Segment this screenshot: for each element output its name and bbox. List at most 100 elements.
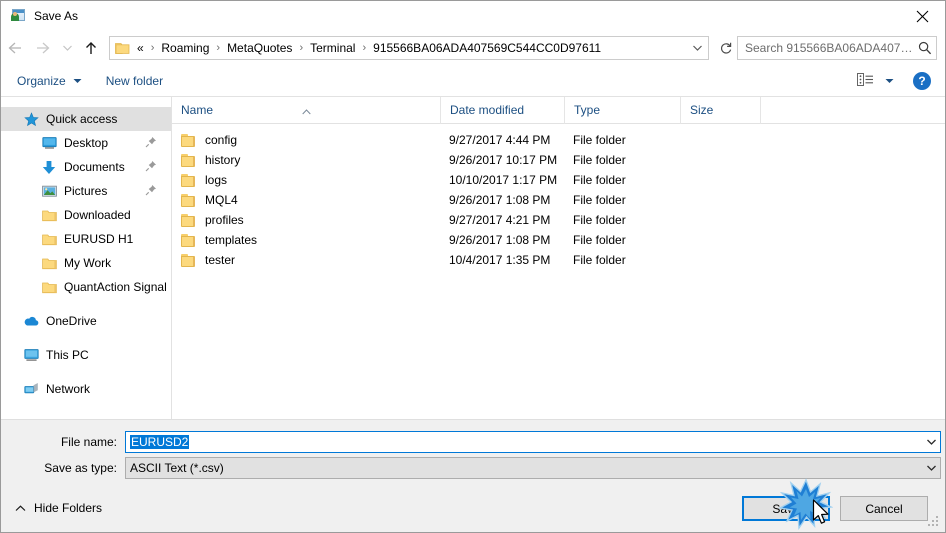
new-folder-button[interactable]: New folder [98, 69, 171, 93]
chevron-down-icon [62, 45, 72, 51]
computer-icon [23, 347, 39, 363]
save-button[interactable]: Save [742, 496, 830, 521]
file-name-cell: MQL4 [172, 193, 440, 207]
breadcrumb-prefix[interactable]: « [136, 41, 145, 55]
up-button[interactable] [77, 35, 105, 61]
sidebar-item-label: My Work [64, 256, 112, 270]
navigation-pane: Quick access Desktop Documents Pictures … [1, 97, 171, 419]
resize-grip[interactable] [927, 515, 940, 528]
chevron-up-icon [15, 501, 26, 515]
file-name-input[interactable]: EURUSD2 [125, 431, 941, 453]
table-row[interactable]: history 9/26/2017 10:17 PM File folder [172, 150, 945, 170]
sidebar-item-eurusd-h1[interactable]: EURUSD H1 [1, 227, 171, 251]
sidebar-item-label: This PC [46, 348, 89, 362]
table-row[interactable]: tester 10/4/2017 1:35 PM File folder [172, 250, 945, 270]
table-row[interactable]: MQL4 9/26/2017 1:08 PM File folder [172, 190, 945, 210]
chevron-down-icon [73, 78, 82, 83]
cancel-button-label: Cancel [865, 501, 903, 516]
search-box[interactable]: Search 915566BA06ADA40756... [737, 36, 937, 60]
file-name-label: MQL4 [205, 193, 238, 207]
sidebar-item-downloaded[interactable]: Downloaded [1, 203, 171, 227]
sidebar-item-pictures[interactable]: Pictures [1, 179, 171, 203]
file-type-cell: File folder [573, 133, 626, 147]
file-name-label: templates [205, 233, 258, 247]
folder-icon [115, 41, 131, 55]
file-name-value[interactable]: EURUSD2 [126, 435, 923, 449]
breadcrumb-item-terminal[interactable]: Terminal [309, 41, 356, 55]
file-name-dropdown-button[interactable] [923, 432, 940, 452]
refresh-button[interactable] [715, 37, 737, 59]
search-input[interactable]: Search 915566BA06ADA40756... [745, 41, 918, 55]
download-arrow-icon [41, 159, 57, 175]
sidebar-item-quick-access[interactable]: Quick access [1, 107, 171, 131]
folder-icon [181, 153, 197, 167]
sidebar-item-network[interactable]: Network [1, 377, 171, 401]
command-toolbar: Organize New folder ? [1, 65, 945, 97]
hide-folders-button[interactable]: Hide Folders [15, 501, 102, 515]
sidebar-item-quantaction-signal[interactable]: QuantAction Signal [1, 275, 171, 299]
sidebar-item-label: Downloaded [64, 208, 131, 222]
pin-icon [145, 160, 157, 172]
navigation-bar: « › Roaming › MetaQuotes › Terminal › 91… [1, 31, 945, 65]
forward-button[interactable] [29, 35, 57, 61]
view-layout-button[interactable] [857, 72, 879, 90]
file-date-cell: 9/27/2017 4:21 PM [449, 213, 551, 227]
chevron-down-icon [927, 465, 936, 471]
back-arrow-icon [8, 42, 21, 54]
table-row[interactable]: logs 10/10/2017 1:17 PM File folder [172, 170, 945, 190]
sidebar-item-desktop[interactable]: Desktop [1, 131, 171, 155]
table-row[interactable]: profiles 9/27/2017 4:21 PM File folder [172, 210, 945, 230]
address-dropdown-button[interactable] [686, 37, 708, 59]
folder-icon [181, 233, 197, 247]
column-header-type[interactable]: Type [564, 97, 680, 124]
organize-label: Organize [17, 73, 66, 88]
file-date-cell: 9/26/2017 1:08 PM [449, 233, 551, 247]
save-as-type-dropdown-button[interactable] [923, 458, 940, 478]
file-name-label: logs [205, 173, 228, 187]
window-title: Save As [34, 9, 79, 23]
help-button[interactable]: ? [913, 71, 931, 90]
sidebar-item-documents[interactable]: Documents [1, 155, 171, 179]
view-layout-dropdown[interactable] [881, 78, 897, 84]
save-as-type-row: Save as type: ASCII Text (*.csv) [1, 457, 941, 479]
file-name-cell: templates [172, 233, 440, 247]
recent-locations-button[interactable] [57, 35, 77, 61]
close-button[interactable] [899, 1, 945, 31]
sidebar-item-this-pc[interactable]: This PC [1, 343, 171, 367]
folder-icon [181, 253, 197, 267]
breadcrumb-separator: › [150, 42, 155, 54]
breadcrumb-separator: › [216, 42, 221, 54]
table-row[interactable]: templates 9/26/2017 1:08 PM File folder [172, 230, 945, 250]
save-as-type-label: Save as type: [44, 461, 117, 475]
breadcrumb-item-terminal-id[interactable]: 915566BA06ADA407569C544CC0D97611 [372, 41, 602, 55]
sidebar-item-my-work[interactable]: My Work [1, 251, 171, 275]
table-row[interactable]: config 9/27/2017 4:44 PM File folder [172, 130, 945, 150]
dialog-body: Quick access Desktop Documents Pictures … [1, 97, 945, 419]
breadcrumb-item-roaming[interactable]: Roaming [160, 41, 210, 55]
folder-icon [181, 133, 197, 147]
organize-button[interactable]: Organize [9, 69, 90, 93]
column-header-date-modified[interactable]: Date modified [440, 97, 564, 124]
column-header-label: Date modified [450, 102, 525, 117]
refresh-icon [720, 42, 732, 54]
column-header-name[interactable]: Name [172, 97, 440, 124]
save-button-label: Save [772, 501, 800, 516]
breadcrumb-item-metaquotes[interactable]: MetaQuotes [226, 41, 293, 55]
forward-arrow-icon [37, 42, 50, 54]
save-as-type-select[interactable]: ASCII Text (*.csv) [125, 457, 941, 479]
file-name-cell: profiles [172, 213, 440, 227]
cancel-button[interactable]: Cancel [840, 496, 928, 521]
address-bar[interactable]: « › Roaming › MetaQuotes › Terminal › 91… [109, 36, 709, 60]
file-name-cell: tester [172, 253, 440, 267]
sidebar-item-onedrive[interactable]: OneDrive [1, 309, 171, 333]
breadcrumb-separator: › [299, 42, 304, 54]
star-icon [23, 111, 39, 127]
column-header-size[interactable]: Size [680, 97, 760, 124]
file-name-cell: logs [172, 173, 440, 187]
file-type-cell: File folder [573, 213, 626, 227]
folder-icon [41, 255, 57, 271]
onedrive-cloud-icon [23, 313, 39, 329]
back-button[interactable] [1, 35, 29, 61]
chevron-down-icon [885, 78, 893, 83]
